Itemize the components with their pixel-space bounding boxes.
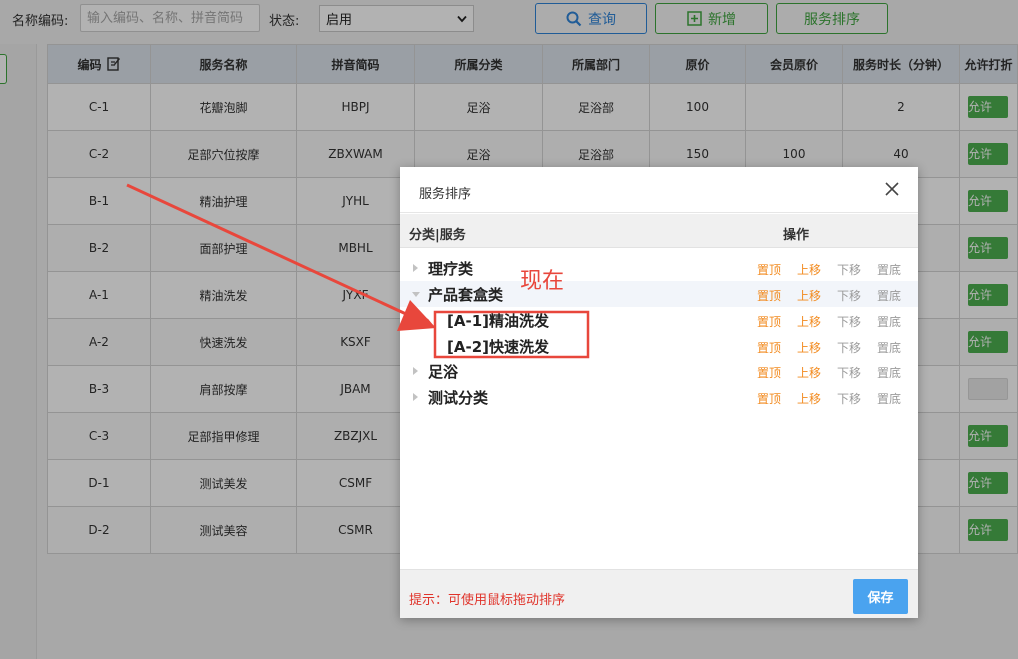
tree-node-label: 产品套盒类	[428, 286, 504, 304]
tree-category-row[interactable]: 理疗类 置顶 上移 下移 置底	[400, 255, 918, 281]
save-button[interactable]: 保存	[853, 579, 908, 614]
row-operations: 置顶 上移 下移 置底	[757, 364, 917, 380]
annotation-text: 现在	[520, 269, 565, 294]
tree-node-label: 足浴	[428, 363, 459, 381]
move-top-button[interactable]: 置顶	[757, 390, 797, 406]
tree-category-row[interactable]: 足浴 置顶 上移 下移 置底	[400, 358, 918, 384]
service-sort-dialog: 服务排序 分类|服务 操作 理疗类 置顶 上移 下移 置底 产品套盒类 置顶 上移 下移 置底 [A…	[400, 167, 918, 618]
move-down-button[interactable]: 下移	[837, 287, 877, 303]
move-bottom-button[interactable]: 置底	[877, 313, 917, 329]
move-up-button[interactable]: 上移	[797, 339, 837, 355]
row-operations: 置顶 上移 下移 置底	[757, 390, 917, 406]
move-up-button[interactable]: 上移	[797, 261, 837, 277]
caret-right-icon[interactable]	[413, 367, 418, 375]
move-bottom-button[interactable]: 置底	[877, 390, 917, 406]
move-up-button[interactable]: 上移	[797, 313, 837, 329]
move-bottom-button[interactable]: 置底	[877, 364, 917, 380]
col-operation: 操作	[783, 228, 810, 243]
tree-service-row[interactable]: [A-1]精油洗发 置顶 上移 下移 置底	[400, 307, 918, 333]
move-top-button[interactable]: 置顶	[757, 313, 797, 329]
move-bottom-button[interactable]: 置底	[877, 287, 917, 303]
move-down-button[interactable]: 下移	[837, 364, 877, 380]
dialog-title: 服务排序	[419, 187, 472, 202]
move-bottom-button[interactable]: 置底	[877, 261, 917, 277]
move-up-button[interactable]: 上移	[797, 287, 837, 303]
tree-node-label: 理疗类	[428, 260, 474, 278]
dialog-column-header: 分类|服务 操作	[400, 214, 918, 248]
move-down-button[interactable]: 下移	[837, 313, 877, 329]
col-category-service: 分类|服务	[409, 228, 466, 243]
tree-category-row[interactable]: 产品套盒类 置顶 上移 下移 置底	[400, 281, 918, 307]
move-top-button[interactable]: 置顶	[757, 364, 797, 380]
drag-tip: 提示：可使用鼠标拖动排序	[409, 593, 566, 608]
move-top-button[interactable]: 置顶	[757, 287, 797, 303]
tree-service-row[interactable]: [A-2]快速洗发 置顶 上移 下移 置底	[400, 333, 918, 359]
tree-node-label: [A-1]精油洗发	[447, 312, 549, 330]
row-operations: 置顶 上移 下移 置底	[757, 313, 917, 329]
row-operations: 置顶 上移 下移 置底	[757, 261, 917, 277]
move-up-button[interactable]: 上移	[797, 364, 837, 380]
caret-down-icon[interactable]	[412, 292, 420, 297]
tree-node-label: 测试分类	[428, 389, 489, 407]
move-top-button[interactable]: 置顶	[757, 261, 797, 277]
dialog-footer: 提示：可使用鼠标拖动排序 保存	[400, 569, 918, 618]
move-up-button[interactable]: 上移	[797, 390, 837, 406]
row-operations: 置顶 上移 下移 置底	[757, 287, 917, 303]
move-down-button[interactable]: 下移	[837, 390, 877, 406]
dialog-header: 服务排序	[400, 167, 918, 213]
caret-right-icon[interactable]	[413, 264, 418, 272]
move-down-button[interactable]: 下移	[837, 339, 877, 355]
tree-category-row[interactable]: 测试分类 置顶 上移 下移 置底	[400, 384, 918, 410]
row-operations: 置顶 上移 下移 置底	[757, 339, 917, 355]
caret-right-icon[interactable]	[413, 393, 418, 401]
tree-node-label: [A-2]快速洗发	[447, 338, 549, 356]
move-top-button[interactable]: 置顶	[757, 339, 797, 355]
close-icon[interactable]	[884, 181, 900, 197]
move-down-button[interactable]: 下移	[837, 261, 877, 277]
move-bottom-button[interactable]: 置底	[877, 339, 917, 355]
